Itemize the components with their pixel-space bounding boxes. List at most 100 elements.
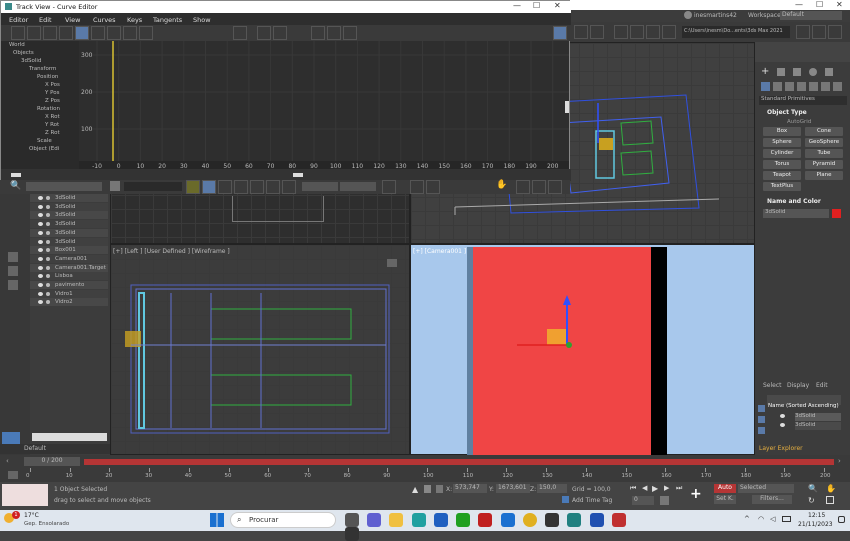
volume-icon[interactable]: ◁ bbox=[770, 515, 775, 523]
filter-button[interactable] bbox=[11, 26, 25, 40]
ce-dropdown[interactable] bbox=[124, 182, 182, 191]
layer-tab-display[interactable]: Display bbox=[787, 382, 809, 389]
maxscript-listener[interactable] bbox=[2, 484, 48, 506]
ce-nav-btn-13[interactable] bbox=[548, 180, 562, 194]
toolbar-btn-2[interactable] bbox=[590, 25, 604, 39]
freeze-icon[interactable] bbox=[46, 204, 50, 209]
object-type-title[interactable]: Object Type bbox=[767, 109, 807, 116]
ce-bottom-scroll[interactable] bbox=[11, 173, 21, 177]
user-name[interactable]: inesmartins42 bbox=[694, 12, 737, 19]
auto-key-button[interactable]: Auto bbox=[714, 484, 736, 493]
ce-frame-input[interactable] bbox=[302, 182, 338, 191]
app-icon-3[interactable] bbox=[345, 527, 359, 541]
primitives-dropdown[interactable]: Standard Primitives bbox=[759, 96, 847, 105]
tree-item[interactable]: Objects bbox=[13, 50, 34, 56]
freeze-icon[interactable] bbox=[46, 283, 50, 287]
eye-icon[interactable] bbox=[38, 256, 43, 261]
autogrid-checkbox[interactable]: AutoGrid bbox=[787, 119, 811, 125]
chrome-icon[interactable] bbox=[522, 513, 537, 527]
battery-icon[interactable] bbox=[782, 516, 791, 522]
shapes-icon[interactable] bbox=[773, 82, 782, 91]
primitive-button[interactable]: GeoSphere bbox=[805, 138, 843, 147]
viewport-left[interactable]: [+] [Left ] [User Defined ] [Wireframe ] bbox=[110, 244, 410, 455]
scene-object-row[interactable]: Camera001 bbox=[30, 254, 108, 263]
viewport-camera[interactable]: [+] [Camera001 ] [User Defined ] [Defaul… bbox=[410, 244, 755, 455]
add-key-icon[interactable]: + bbox=[690, 486, 702, 502]
project-path[interactable]: C:\Users\inesm\Do...ents\3ds Max 2021 bbox=[682, 26, 790, 38]
ce-value-input[interactable] bbox=[340, 182, 376, 191]
layer-explorer-title[interactable]: Layer Explorer bbox=[759, 445, 803, 452]
chat-icon[interactable] bbox=[367, 513, 382, 527]
scene-object-row[interactable]: Lisboa bbox=[30, 272, 108, 281]
prev-frame-icon[interactable]: ◀ bbox=[642, 484, 647, 492]
time-config-button[interactable] bbox=[660, 496, 669, 505]
tree-item[interactable]: Object (Edi bbox=[29, 146, 59, 152]
ce-nav-btn-5[interactable] bbox=[250, 180, 264, 194]
notifications-icon[interactable] bbox=[838, 516, 845, 523]
tree-item[interactable]: Y Rot bbox=[45, 122, 59, 128]
pan-icon[interactable]: ✋ bbox=[826, 484, 836, 493]
ce-pan-icon[interactable]: ✋ bbox=[496, 180, 507, 190]
freeze-icon[interactable] bbox=[46, 274, 50, 279]
word-icon[interactable] bbox=[589, 513, 604, 527]
object-name-input[interactable]: 3dSolid bbox=[763, 209, 829, 218]
scene-object-row[interactable]: 3dSolid bbox=[30, 194, 108, 202]
tree-item[interactable]: World bbox=[9, 42, 25, 48]
primitive-button[interactable]: Sphere bbox=[763, 138, 801, 147]
ce-menu-item[interactable]: View bbox=[65, 16, 80, 24]
primitive-button[interactable]: Box bbox=[763, 127, 801, 136]
toolbar-btn-4[interactable] bbox=[630, 25, 644, 39]
freeze-icon[interactable] bbox=[46, 291, 50, 296]
tangent-button-3[interactable] bbox=[311, 26, 325, 40]
filter-icon-3[interactable] bbox=[8, 280, 18, 290]
layer-filter-icon-3[interactable] bbox=[758, 427, 765, 434]
ce-menu-item[interactable]: Show bbox=[193, 16, 211, 24]
ce-nav-btn-3[interactable] bbox=[218, 180, 232, 194]
minimize-icon[interactable]: — bbox=[795, 0, 803, 9]
app-icon-2[interactable] bbox=[611, 513, 626, 527]
eye-icon[interactable] bbox=[38, 265, 43, 270]
modify-tab-icon[interactable] bbox=[777, 68, 785, 76]
eye-icon[interactable] bbox=[38, 222, 43, 227]
primitive-button[interactable]: Cone bbox=[805, 127, 843, 136]
create-tab-icon[interactable]: + bbox=[761, 66, 769, 77]
ce-nav-btn-9[interactable] bbox=[410, 180, 424, 194]
ce-search-input[interactable] bbox=[26, 182, 102, 191]
layer-sort-header[interactable]: Name (Sorted Ascending) bbox=[768, 403, 839, 409]
scene-object-row[interactable]: 3dSolid bbox=[30, 237, 108, 246]
eye-icon[interactable] bbox=[38, 204, 43, 209]
toolbar-btn-8[interactable] bbox=[812, 25, 826, 39]
clock-date[interactable]: 21/11/2023 bbox=[798, 521, 833, 528]
freeze-icon[interactable] bbox=[46, 213, 50, 218]
ce-nav-btn-6[interactable] bbox=[266, 180, 280, 194]
weather-desc[interactable]: Gер. Ensolarado bbox=[24, 521, 69, 527]
freeze-icon[interactable] bbox=[46, 256, 50, 261]
layer-tab-edit[interactable]: Edit bbox=[816, 382, 828, 389]
pointer-button[interactable] bbox=[233, 26, 247, 40]
toolbar-btn-5[interactable] bbox=[646, 25, 660, 39]
ce-vertical-scroll[interactable] bbox=[565, 101, 569, 113]
goto-start-icon[interactable]: ⏮ bbox=[630, 484, 636, 493]
tree-item[interactable]: Transform bbox=[29, 66, 56, 72]
slide-keys-button[interactable] bbox=[75, 26, 89, 40]
primitive-button[interactable]: Plane bbox=[805, 171, 843, 180]
eye-icon[interactable] bbox=[38, 291, 43, 296]
scene-object-row[interactable]: 3dSolid bbox=[30, 211, 108, 220]
hierarchy-tab-icon[interactable] bbox=[793, 68, 801, 76]
select-lock-icon[interactable]: ▲ bbox=[412, 485, 418, 494]
add-time-tag[interactable]: Add Time Tag bbox=[572, 497, 612, 504]
scene-object-row[interactable]: Vidro1 bbox=[30, 289, 108, 298]
toolbar-btn-9[interactable] bbox=[828, 25, 842, 39]
workspace-select[interactable]: Default bbox=[780, 11, 842, 20]
tree-item[interactable]: Rotation bbox=[37, 106, 60, 112]
taskbar-search[interactable]: ⌕ Procurar bbox=[230, 512, 336, 528]
ce-menu-item[interactable]: Tangents bbox=[153, 16, 182, 24]
close-icon[interactable]: ✕ bbox=[836, 0, 843, 9]
cameras-icon[interactable] bbox=[797, 82, 806, 91]
layer-tab-select[interactable]: Select bbox=[763, 382, 782, 389]
tray-chevron-icon[interactable]: ^ bbox=[744, 515, 750, 523]
mail-icon[interactable] bbox=[500, 513, 515, 527]
maximize-icon[interactable]: ☐ bbox=[816, 0, 823, 9]
time-slider-right-icon[interactable]: › bbox=[838, 457, 841, 465]
ce-bottom-scroll-2[interactable] bbox=[293, 173, 303, 177]
